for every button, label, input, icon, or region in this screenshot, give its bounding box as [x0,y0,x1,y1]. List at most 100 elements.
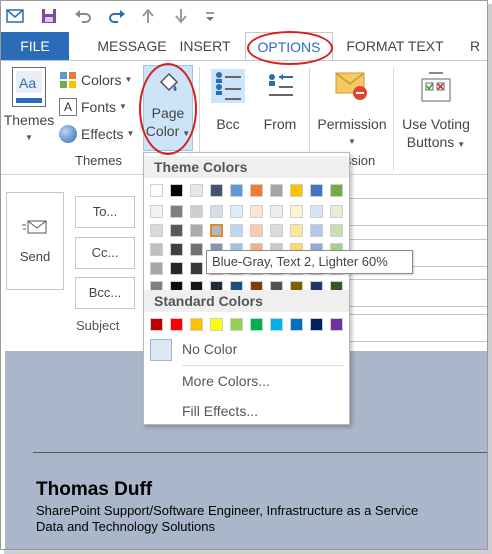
signature-department: Data and Technology Solutions [36,519,215,534]
send-button[interactable]: Send [6,192,64,290]
page-color-dropdown: Theme Colors Standard Colors No Color Mo… [143,152,350,425]
signature-rule [33,452,487,453]
theme-color-shade-swatch[interactable] [170,205,183,218]
themes-label: Themes [3,112,55,128]
use-voting-buttons-button[interactable]: Use Voting Buttons ▼ [397,67,475,151]
outlook-envelope-icon [5,6,25,26]
standard-color-swatch[interactable] [330,318,343,331]
redo-icon[interactable] [107,6,127,26]
theme-color-shade-swatch[interactable] [270,205,283,218]
ribbon-tabs: FILE MESSAGE INSERT OPTIONS FORMAT TEXT … [1,32,487,61]
arrow-down-icon[interactable] [171,6,191,26]
themes-icon: Aa [12,67,46,107]
no-color-swatch [150,339,172,361]
theme-color-shade-swatch[interactable] [150,205,163,218]
theme-color-shade-swatch[interactable] [190,205,203,218]
save-icon[interactable] [39,6,59,26]
fonts-button[interactable]: A Fonts ▼ [59,96,127,118]
theme-color-shade-swatch[interactable] [230,224,243,237]
theme-color-swatch[interactable] [150,184,163,197]
themes-button[interactable]: Aa Themes ▼ [3,67,55,147]
divider [393,67,394,171]
chevron-down-icon: ▼ [126,129,135,138]
theme-color-shade-swatch[interactable] [310,224,323,237]
no-color-item[interactable]: No Color [144,337,349,363]
standard-colors-heading: Standard Colors [144,290,349,312]
theme-color-shade-swatch[interactable] [270,224,283,237]
more-colors-item[interactable]: More Colors... [144,371,349,393]
standard-color-swatch[interactable] [170,318,183,331]
theme-color-shade-swatch[interactable] [170,243,183,256]
theme-color-shade-swatch[interactable] [190,262,203,275]
tab-options[interactable]: OPTIONS [245,32,333,61]
theme-color-shade-swatch[interactable] [170,224,183,237]
bcc-button[interactable]: Bcc... [75,277,135,309]
standard-color-swatch[interactable] [270,318,283,331]
theme-color-shade-swatch[interactable] [330,205,343,218]
chevron-down-icon: ▼ [182,129,191,138]
theme-color-swatch[interactable] [230,184,243,197]
signature-name: Thomas Duff [36,479,153,500]
permission-envelope-icon [334,69,370,103]
color-tooltip: Blue-Gray, Text 2, Lighter 60% [206,250,413,274]
theme-color-shade-swatch[interactable] [290,205,303,218]
customize-qat-icon[interactable] [200,6,220,26]
colors-button[interactable]: Colors ▼ [59,69,132,91]
window-shadow [488,4,492,554]
theme-color-swatch[interactable] [330,184,343,197]
theme-color-shade-swatch[interactable] [150,243,163,256]
cc-button[interactable]: Cc... [75,237,135,269]
theme-color-shade-swatch[interactable] [210,224,223,237]
standard-color-swatch[interactable] [230,318,243,331]
permission-button[interactable]: Permission ▼ [313,67,391,151]
theme-color-shade-swatch[interactable] [230,205,243,218]
tab-review[interactable]: R [467,32,483,60]
signature-title: SharePoint Support/Software Engineer, In… [36,503,419,518]
theme-color-shade-swatch[interactable] [210,205,223,218]
fonts-icon: A [59,98,77,116]
voting-ballot-icon [419,69,453,103]
bcc-icon [211,69,245,103]
theme-color-shade-swatch[interactable] [190,243,203,256]
tab-format-text[interactable]: FORMAT TEXT [343,32,447,60]
theme-color-swatch[interactable] [270,184,283,197]
theme-color-shade-swatch[interactable] [170,262,183,275]
theme-color-shade-swatch[interactable] [250,224,263,237]
standard-color-swatch[interactable] [250,318,263,331]
standard-color-swatch[interactable] [290,318,303,331]
theme-color-shade-swatch[interactable] [290,224,303,237]
theme-color-swatch[interactable] [170,184,183,197]
arrow-up-icon[interactable] [138,6,158,26]
effects-icon [59,125,77,143]
chevron-down-icon: ▼ [457,140,466,149]
show-from-button[interactable]: From [255,67,305,151]
standard-color-swatch[interactable] [150,318,163,331]
tab-insert[interactable]: INSERT [173,32,237,60]
subject-label: Subject [76,318,120,333]
theme-color-shade-swatch[interactable] [330,224,343,237]
standard-color-swatch[interactable] [310,318,323,331]
theme-color-swatch[interactable] [210,184,223,197]
fill-effects-item[interactable]: Fill Effects... [144,401,349,423]
colors-icon [59,71,77,89]
tab-file[interactable]: FILE [1,32,69,60]
tab-message[interactable]: MESSAGE [77,32,187,60]
theme-color-shade-swatch[interactable] [190,224,203,237]
from-icon [263,69,297,103]
to-button[interactable]: To... [75,196,135,228]
effects-button[interactable]: Effects ▼ [59,123,134,145]
theme-color-swatch[interactable] [250,184,263,197]
theme-color-shade-swatch[interactable] [150,262,163,275]
show-bcc-button[interactable]: Bcc [203,67,253,151]
theme-color-swatch[interactable] [310,184,323,197]
theme-color-swatch[interactable] [290,184,303,197]
undo-icon[interactable] [73,6,93,26]
theme-color-swatch[interactable] [190,184,203,197]
standard-color-swatch[interactable] [210,318,223,331]
page-color-button[interactable]: Page Color ▼ [143,65,193,151]
window-shadow [4,550,492,554]
theme-color-shade-swatch[interactable] [150,224,163,237]
standard-color-swatch[interactable] [190,318,203,331]
theme-color-shade-swatch[interactable] [310,205,323,218]
theme-color-shade-swatch[interactable] [250,205,263,218]
